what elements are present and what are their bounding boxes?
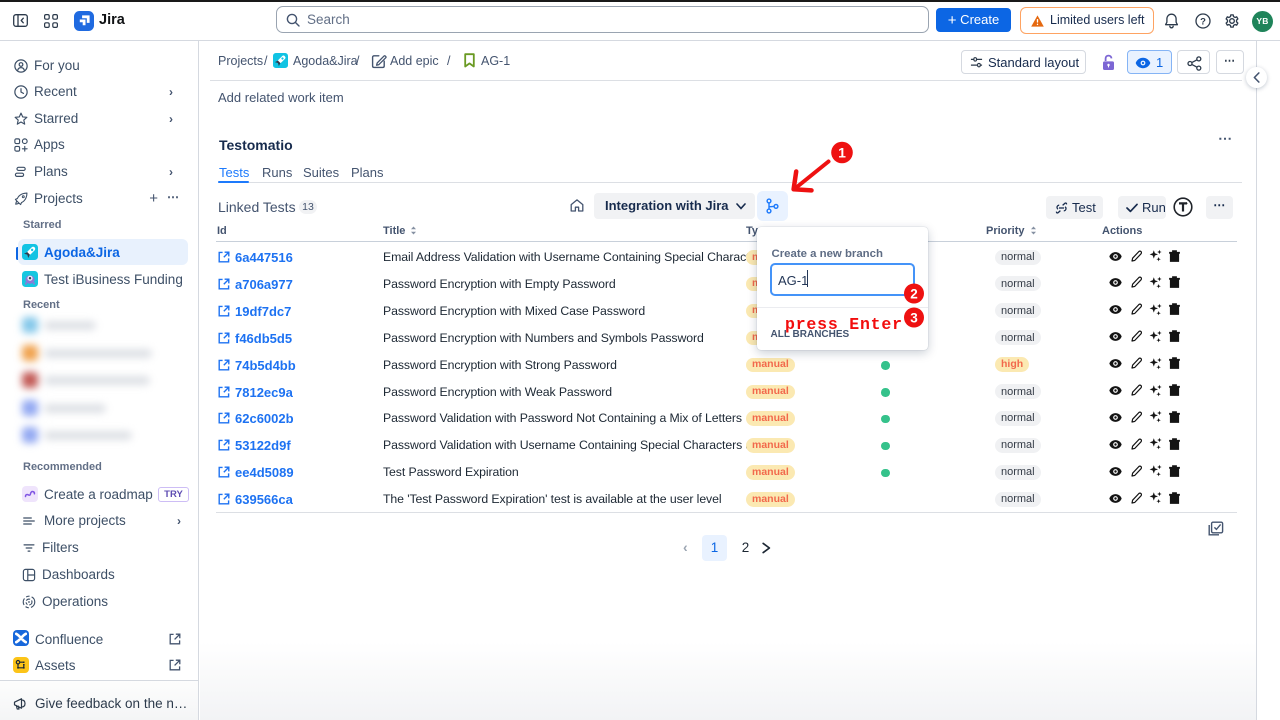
svg-text:?: ? <box>1200 16 1206 27</box>
